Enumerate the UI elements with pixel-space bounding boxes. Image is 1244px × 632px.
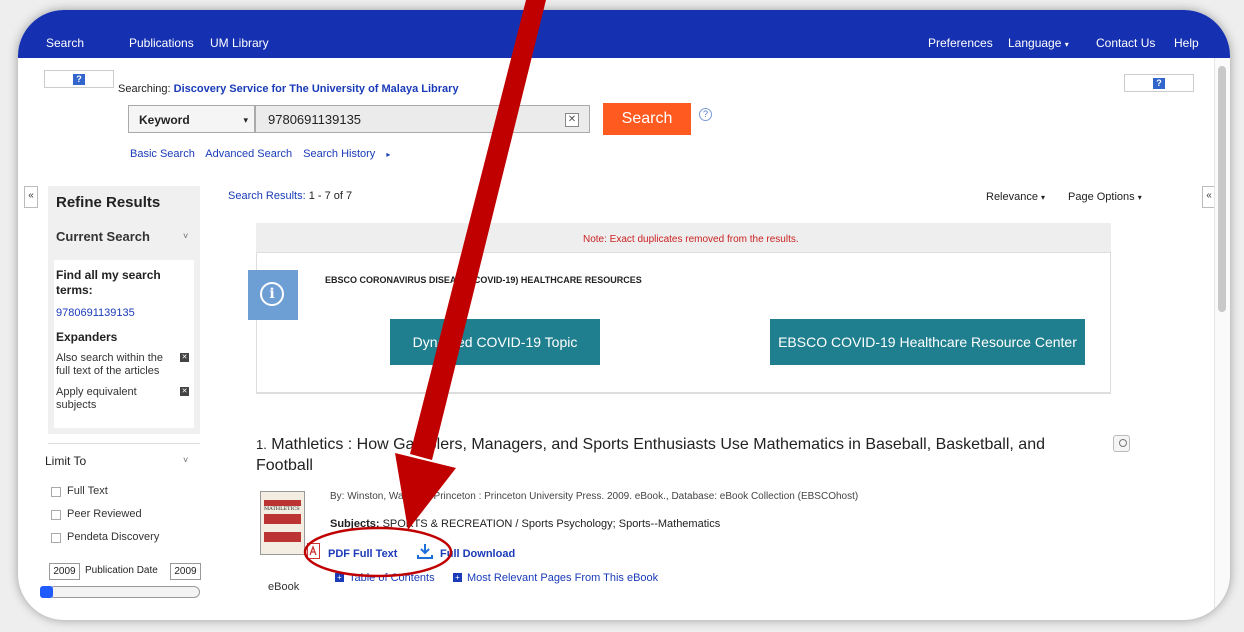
search-mode-links: Basic Search Advanced Search Search Hist… xyxy=(130,148,406,160)
searching-target-line: Searching: Discovery Service for The Uni… xyxy=(118,83,459,95)
pdf-full-text-link[interactable]: PDF Full Text xyxy=(328,548,397,560)
lens-shape xyxy=(1119,439,1127,447)
full-text-checkbox[interactable] xyxy=(51,487,61,497)
pdf-icon[interactable] xyxy=(307,543,320,559)
expander-equivalent-subjects: Apply equivalent subjects xyxy=(56,386,137,411)
results-count-label: Search Results: xyxy=(228,190,306,202)
nav-um-library[interactable]: UM Library xyxy=(210,36,269,50)
chevron-down-icon: ▾ xyxy=(1137,193,1142,202)
publication-date-label: Publication Date xyxy=(85,565,158,576)
searching-prefix: Searching: xyxy=(118,83,171,95)
preview-magnifier-icon[interactable] xyxy=(1113,435,1130,452)
search-field-value: Keyword xyxy=(139,113,190,127)
clear-search-icon[interactable]: ✕ xyxy=(565,113,579,127)
info-icon: i xyxy=(260,282,284,306)
book-cover-thumbnail[interactable]: MATHLETICS xyxy=(260,491,305,555)
search-help-icon[interactable]: ? xyxy=(699,108,712,121)
nav-help[interactable]: Help xyxy=(1174,36,1199,50)
current-search-heading[interactable]: Current Search xyxy=(56,229,150,244)
expand-plus-icon[interactable]: + xyxy=(453,573,462,582)
format-label: eBook xyxy=(268,581,300,593)
chevron-down-icon: ▾ xyxy=(1041,193,1046,202)
peer-reviewed-checkbox[interactable] xyxy=(51,510,61,520)
peer-reviewed-label: Peer Reviewed xyxy=(67,508,142,520)
chevron-down-icon: ▾ xyxy=(243,115,248,125)
basic-search-link[interactable]: Basic Search xyxy=(130,148,195,160)
limit-to-heading[interactable]: Limit To xyxy=(45,454,86,468)
pendeta-discovery-label: Pendeta Discovery xyxy=(67,531,160,543)
advanced-search-link[interactable]: Advanced Search xyxy=(205,148,292,160)
chevron-down-icon[interactable]: ˅ xyxy=(183,231,188,241)
expander-full-text: Also search within the full text of the … xyxy=(56,352,163,377)
searching-target[interactable]: Discovery Service for The University of … xyxy=(174,83,459,95)
help-icon: ? xyxy=(73,74,85,85)
duplicates-note: Note: Exact duplicates removed from the … xyxy=(583,234,799,245)
results-count: Search Results: 1 - 7 of 7 xyxy=(228,190,352,202)
remove-expander-icon[interactable]: ✕ xyxy=(180,387,189,396)
download-icon[interactable] xyxy=(416,542,434,560)
nav-preferences[interactable]: Preferences xyxy=(928,36,993,50)
result-subjects: Subjects: SPORTS & RECREATION / Sports P… xyxy=(330,518,720,530)
covid-resources-heading: EBSCO CORONAVIRUS DISEASE (COVID-19) HEA… xyxy=(325,275,642,285)
nav-language[interactable]: Language ▾ xyxy=(1008,36,1069,50)
most-relevant-pages-link[interactable]: Most Relevant Pages From This eBook xyxy=(467,572,658,584)
results-count-value: 1 - 7 of 7 xyxy=(308,190,353,202)
search-input[interactable] xyxy=(255,105,590,133)
date-from-input[interactable]: 2009 xyxy=(49,563,80,580)
date-to-input[interactable]: 2009 xyxy=(170,563,201,580)
chevron-down-icon[interactable]: ˅ xyxy=(183,455,188,465)
remove-expander-icon[interactable]: ✕ xyxy=(180,353,189,362)
expand-plus-icon[interactable]: + xyxy=(335,573,344,582)
nav-contact-us[interactable]: Contact Us xyxy=(1096,36,1155,50)
cover-band xyxy=(264,514,301,524)
table-of-contents-link[interactable]: Table of Contents xyxy=(349,572,435,584)
help-icon: ? xyxy=(1153,78,1165,89)
help-button-right[interactable]: ? xyxy=(1124,74,1194,92)
sidebar-divider xyxy=(48,443,200,444)
find-all-terms-label: Find all my search terms: xyxy=(56,268,161,297)
cover-title: MATHLETICS xyxy=(264,506,300,512)
nav-search[interactable]: Search xyxy=(46,36,84,50)
search-history-label: Search History xyxy=(303,148,376,160)
nav-publications[interactable]: Publications xyxy=(129,36,194,50)
top-navigation-bar: Search Publications UM Library Preferenc… xyxy=(18,10,1230,58)
relevance-sort-dropdown[interactable]: Relevance ▾ xyxy=(986,191,1045,203)
full-text-label: Full Text xyxy=(67,485,108,497)
page-options-dropdown[interactable]: Page Options ▾ xyxy=(1068,191,1142,203)
cover-band xyxy=(264,532,301,542)
pendeta-discovery-checkbox[interactable] xyxy=(51,533,61,543)
collapse-left-icon[interactable]: « xyxy=(24,186,38,208)
result-title[interactable]: 1. Mathletics : How Gamblers, Managers, … xyxy=(256,434,1106,476)
caret-right-icon: ▸ xyxy=(386,150,391,159)
ebsco-covid-center-button[interactable]: EBSCO COVID-19 Healthcare Resource Cente… xyxy=(770,319,1085,365)
results-divider xyxy=(256,393,1111,394)
scrollbar-thumb[interactable] xyxy=(1218,66,1226,312)
expanders-heading: Expanders xyxy=(56,330,118,344)
help-button-left[interactable]: ? xyxy=(44,70,114,88)
refine-results-title: Refine Results xyxy=(56,194,161,211)
search-term-link[interactable]: 9780691139135 xyxy=(56,307,135,319)
nav-language-label: Language xyxy=(1008,36,1062,50)
chevron-down-icon: ▾ xyxy=(1064,40,1069,49)
page-options-label: Page Options xyxy=(1068,191,1135,203)
dynamed-covid-button[interactable]: DynaMed COVID-19 Topic xyxy=(390,319,600,365)
browser-card: Search Publications UM Library Preferenc… xyxy=(18,10,1230,620)
result-title-text[interactable]: Mathletics : How Gamblers, Managers, and… xyxy=(256,436,1045,474)
result-byline: By: Winston, Wayne L. Princeton : Prince… xyxy=(330,491,859,502)
search-field-select[interactable]: Keyword ▾ xyxy=(128,105,255,133)
search-history-link[interactable]: Search History ▸ xyxy=(303,148,398,160)
subjects-value[interactable]: SPORTS & RECREATION / Sports Psychology;… xyxy=(383,518,721,530)
full-download-link[interactable]: Full Download xyxy=(440,548,515,560)
slide-frame: Search Publications UM Library Preferenc… xyxy=(0,0,1244,632)
relevance-label: Relevance xyxy=(986,191,1038,203)
result-number: 1. xyxy=(256,437,267,452)
subjects-label: Subjects: xyxy=(330,518,380,530)
date-range-slider[interactable] xyxy=(48,586,200,598)
search-button[interactable]: Search xyxy=(603,103,691,135)
slider-handle[interactable] xyxy=(40,586,53,598)
